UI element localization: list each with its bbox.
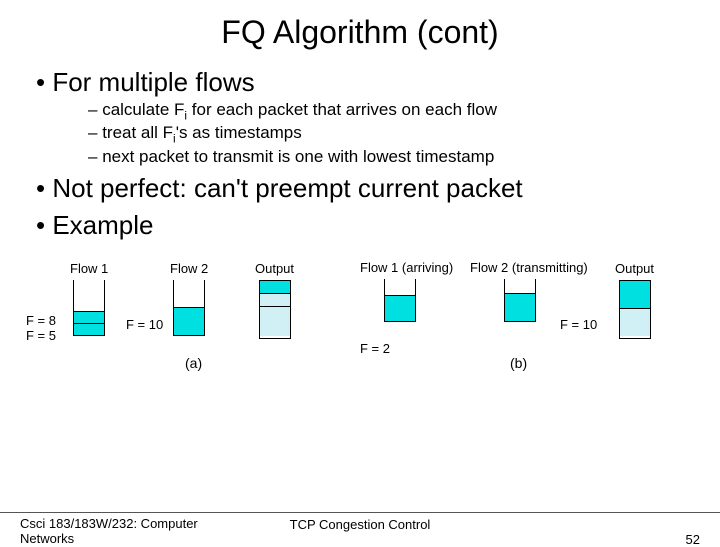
f5: F = 5 — [26, 328, 56, 343]
label-output-b: Output — [615, 261, 654, 276]
label-f2: F = 2 — [360, 341, 390, 356]
queue-a-flow2 — [173, 280, 205, 336]
f8: F = 8 — [26, 313, 56, 328]
packet — [174, 307, 204, 335]
content-area: For multiple flows calculate Fi for each… — [0, 51, 720, 411]
text: for each packet that arrives on each flo… — [187, 100, 497, 119]
packet — [74, 311, 104, 323]
packet — [505, 293, 535, 321]
queue-a-output — [259, 280, 291, 339]
text: treat all F — [102, 123, 173, 142]
label-flow2: Flow 2 — [170, 261, 208, 276]
slide-title: FQ Algorithm (cont) — [0, 0, 720, 51]
text: calculate F — [102, 100, 184, 119]
caption-b: (b) — [510, 355, 527, 371]
queue-a-flow1 — [73, 280, 105, 336]
subbullet-calculate: calculate Fi for each packet that arrive… — [88, 100, 690, 122]
packet — [260, 306, 290, 336]
group-a-flow2: Flow 2 — [170, 261, 208, 336]
footer-course: Csci 183/183W/232: Computer Networks — [20, 517, 220, 547]
bullet-multiple-flows: For multiple flows — [36, 67, 690, 98]
queue-b-flow2 — [504, 279, 536, 322]
label-flow1-arriving: Flow 1 (arriving) — [360, 261, 440, 275]
bullet-not-perfect: Not perfect: can't preempt current packe… — [36, 173, 690, 204]
caption-a: (a) — [185, 355, 202, 371]
queue-b-output — [619, 280, 651, 339]
label-f8-f5: F = 8 F = 5 — [26, 313, 56, 343]
packet — [260, 280, 290, 293]
label-f10b: F = 10 — [560, 317, 597, 332]
packet — [385, 295, 415, 321]
label-f10a: F = 10 — [126, 317, 163, 332]
group-b-flow2: Flow 2 (transmitting) — [470, 261, 570, 322]
bullet-example: Example — [36, 210, 690, 241]
queue-b-flow1 — [384, 279, 416, 322]
group-b-output: Output — [615, 261, 654, 339]
text: 's as timestamps — [176, 123, 302, 142]
footer: Csci 183/183W/232: Computer Networks TCP… — [0, 512, 720, 532]
group-a-output: Output — [255, 261, 294, 339]
packet — [620, 280, 650, 308]
label-output-a: Output — [255, 261, 294, 276]
group-a-flow1: Flow 1 — [70, 261, 108, 336]
packet — [620, 308, 650, 336]
packet — [74, 323, 104, 335]
group-b-flow1: Flow 1 (arriving) — [360, 261, 440, 322]
subbullet-timestamps: treat all Fi's as timestamps — [88, 123, 690, 145]
label-flow1: Flow 1 — [70, 261, 108, 276]
example-diagram: Flow 1 F = 8 F = 5 Flow 2 F = 10 Output — [30, 261, 690, 411]
label-flow2-transmitting: Flow 2 (transmitting) — [470, 261, 570, 275]
subbullet-lowest: next packet to transmit is one with lowe… — [88, 147, 690, 167]
packet — [260, 293, 290, 306]
